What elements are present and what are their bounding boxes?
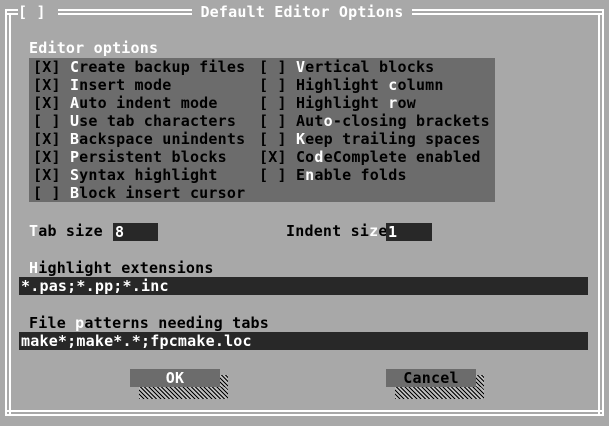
- checkbox-hotkey: B: [69, 184, 80, 202]
- checkbox-box[interactable]: [ ]: [33, 184, 61, 202]
- checkbox-box[interactable]: [X]: [33, 130, 61, 148]
- checkbox-box[interactable]: [X]: [33, 166, 61, 184]
- checkbox-block-insert-cursor[interactable]: [ ] Block insert cursor: [33, 184, 245, 202]
- cancel-button-shadow: [395, 387, 484, 399]
- checkbox-highlight-column[interactable]: [ ] Highlight column: [259, 76, 444, 94]
- cancel-button[interactable]: Cancel: [386, 369, 476, 387]
- checkbox-hotkey: I: [69, 76, 80, 94]
- checkbox-hotkey: C: [69, 58, 80, 76]
- checkbox-label: yntax highlight: [79, 166, 218, 184]
- checkbox-label: ersistent blocks: [79, 148, 227, 166]
- frame-left-outer: [5, 9, 7, 416]
- checkbox-box[interactable]: [ ]: [259, 112, 287, 130]
- checkbox-hotkey: B: [69, 130, 80, 148]
- ok-button-shadow-side: [220, 375, 228, 387]
- default-editor-options-dialog: [ ] Default Editor Options Editor option…: [0, 0, 609, 426]
- checkbox-syntax-highlight[interactable]: [X] Syntax highlight: [33, 166, 218, 184]
- checkbox-box[interactable]: [X]: [33, 94, 61, 112]
- checkbox-box[interactable]: [X]: [259, 148, 287, 166]
- checkbox-label: reate backup files: [79, 58, 246, 76]
- checkbox-persistent-blocks[interactable]: [X] Persistent blocks: [33, 148, 227, 166]
- tab-size-hotkey: T: [29, 222, 39, 240]
- checkbox-codecomplete-enabled[interactable]: [X] CodeComplete enabled: [259, 148, 481, 166]
- close-box[interactable]: [ ]: [18, 1, 58, 23]
- checkbox-hotkey: U: [69, 112, 80, 130]
- editor-options-label: Editor options: [29, 39, 158, 57]
- checkbox-label-pre: Co: [295, 148, 315, 166]
- checkbox-hotkey: P: [69, 148, 80, 166]
- checkbox-label: able folds: [314, 166, 407, 184]
- checkbox-enable-folds[interactable]: [ ] Enable folds: [259, 166, 407, 184]
- checkbox-vertical-blocks[interactable]: [ ] Vertical blocks: [259, 58, 434, 76]
- dialog-title: Default Editor Options: [192, 1, 412, 23]
- frame-right-inner: [598, 13, 600, 414]
- file-patterns-label: File patterns needing tabs: [29, 314, 269, 332]
- checkbox-label-pre: E: [295, 166, 306, 184]
- checkbox-label: olumn: [397, 76, 444, 94]
- checkbox-box[interactable]: [ ]: [259, 58, 287, 76]
- highlight-extensions-hotkey: H: [29, 259, 39, 277]
- indent-size-input[interactable]: 1: [386, 223, 432, 241]
- checkbox-auto-indent-mode[interactable]: [X] Auto indent mode: [33, 94, 218, 112]
- checkbox-box[interactable]: [ ]: [259, 130, 287, 148]
- checkbox-hotkey: V: [295, 58, 306, 76]
- checkbox-label-pre: Highlight: [295, 76, 389, 94]
- tab-size-label: Tab size: [29, 222, 103, 240]
- checkbox-insert-mode[interactable]: [X] Insert mode: [33, 76, 171, 94]
- frame-right-outer: [602, 9, 604, 416]
- cancel-button-shadow-side: [476, 375, 484, 387]
- checkbox-box[interactable]: [X]: [33, 58, 61, 76]
- checkbox-label: -closing brackets: [332, 112, 490, 130]
- tab-size-input[interactable]: 8: [113, 223, 158, 241]
- highlight-extensions-label: Highlight extensions: [29, 259, 214, 277]
- checkbox-box[interactable]: [X]: [33, 148, 61, 166]
- checkbox-auto-closing-brackets[interactable]: [ ] Auto-closing brackets: [259, 112, 490, 130]
- checkbox-hotkey: S: [69, 166, 80, 184]
- ok-button-shadow: [139, 387, 228, 399]
- indent-size-label: Indent size: [286, 222, 388, 240]
- checkbox-hotkey: A: [69, 94, 80, 112]
- file-patterns-hotkey: p: [75, 314, 85, 332]
- checkbox-keep-trailing-spaces[interactable]: [ ] Keep trailing spaces: [259, 130, 481, 148]
- checkbox-hotkey: K: [295, 130, 306, 148]
- file-patterns-label-text: atterns needing tabs: [84, 314, 270, 332]
- editor-options-hotkey: E: [29, 39, 39, 57]
- file-patterns-label-pre: File: [29, 314, 76, 332]
- checkbox-box[interactable]: [ ]: [259, 166, 287, 184]
- checkbox-box[interactable]: [ ]: [33, 112, 61, 130]
- checkbox-label: ertical blocks: [305, 58, 435, 76]
- frame-bottom-outer: [5, 410, 604, 412]
- highlight-extensions-label-text: ighlight extensions: [38, 259, 214, 277]
- checkbox-highlight-row[interactable]: [ ] Highlight row: [259, 94, 416, 112]
- checkbox-use-tab-characters[interactable]: [ ] Use tab characters: [33, 112, 236, 130]
- checkbox-label: eComplete enabled: [323, 148, 481, 166]
- checkbox-label: uto indent mode: [79, 94, 218, 112]
- checkbox-label: lock insert cursor: [79, 184, 246, 202]
- file-patterns-input[interactable]: make*;make*.*;fpcmake.loc: [19, 332, 588, 350]
- checkbox-label-pre: Aut: [295, 112, 324, 130]
- checkbox-box[interactable]: [ ]: [259, 94, 287, 112]
- checkbox-box[interactable]: [ ]: [259, 76, 287, 94]
- checkbox-create-backup-files[interactable]: [X] Create backup files: [33, 58, 245, 76]
- checkbox-backspace-unindents[interactable]: [X] Backspace unindents: [33, 130, 245, 148]
- checkbox-label: ow: [397, 94, 416, 112]
- checkbox-hotkey: o: [323, 112, 333, 130]
- frame-left-inner: [9, 13, 11, 416]
- highlight-extensions-input[interactable]: *.pas;*.pp;*.inc: [19, 277, 588, 295]
- tab-size-label-text: ab size: [38, 222, 103, 240]
- checkbox-label: se tab characters: [79, 112, 237, 130]
- checkbox-label: ackspace unindents: [79, 130, 246, 148]
- checkbox-label: nsert mode: [79, 76, 172, 94]
- frame-bottom-inner: [5, 414, 604, 416]
- indent-size-label-pre: Indent si: [286, 222, 370, 240]
- indent-size-hotkey: z: [369, 222, 379, 240]
- ok-button[interactable]: OK: [130, 369, 220, 387]
- checkbox-label: eep trailing spaces: [305, 130, 481, 148]
- checkbox-hotkey: d: [314, 148, 324, 166]
- editor-options-label-text: ditor options: [38, 39, 159, 57]
- checkbox-box[interactable]: [X]: [33, 76, 61, 94]
- checkbox-label-pre: Highlight: [295, 94, 389, 112]
